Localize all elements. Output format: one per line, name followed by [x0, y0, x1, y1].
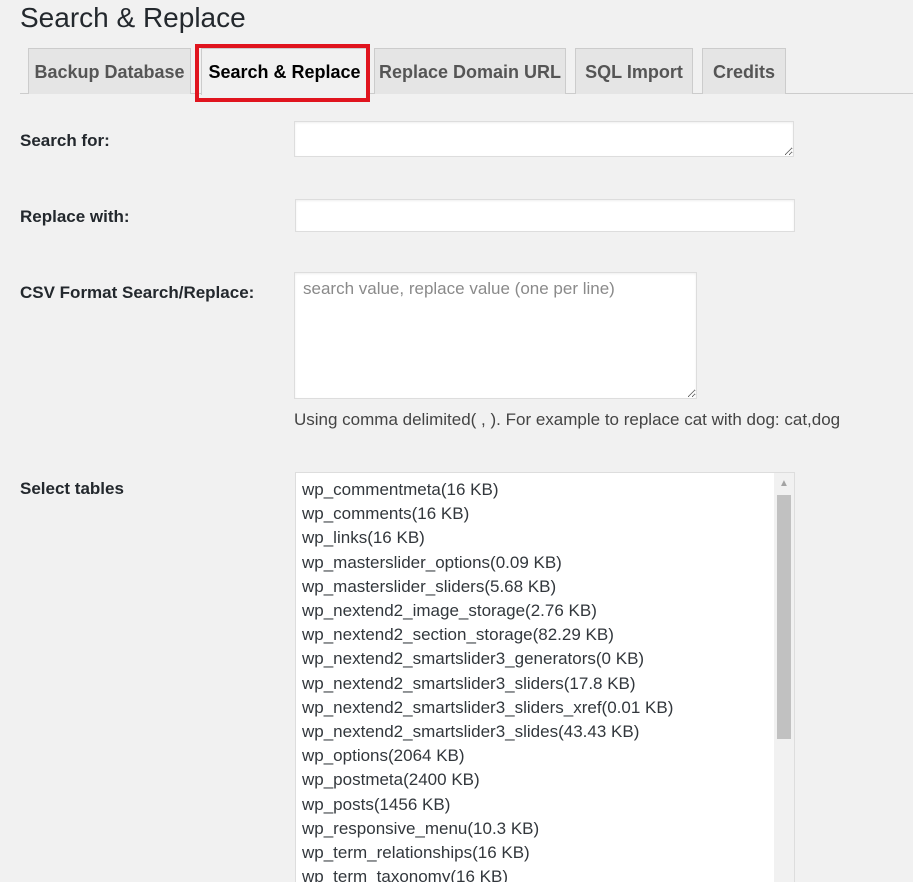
table-option[interactable]: wp_options(2064 KB)	[302, 744, 794, 768]
tab-search-replace[interactable]: Search & Replace	[201, 48, 368, 95]
table-option[interactable]: wp_postmeta(2400 KB)	[302, 768, 794, 792]
replace-with-label: Replace with:	[20, 207, 130, 226]
table-option[interactable]: wp_comments(16 KB)	[302, 502, 794, 526]
table-option[interactable]: wp_masterslider_sliders(5.68 KB)	[302, 575, 794, 599]
search-for-input[interactable]	[294, 121, 794, 157]
table-option[interactable]: wp_masterslider_options(0.09 KB)	[302, 551, 794, 575]
select-tables-label: Select tables	[20, 479, 124, 498]
table-option[interactable]: wp_nextend2_smartslider3_slides(43.43 KB…	[302, 720, 794, 744]
table-option[interactable]: wp_links(16 KB)	[302, 526, 794, 550]
replace-with-input[interactable]	[295, 199, 795, 232]
tab-sql-import[interactable]: SQL Import	[575, 48, 693, 94]
table-option[interactable]: wp_term_taxonomy(16 KB)	[302, 865, 794, 882]
scrollbar-thumb[interactable]	[777, 495, 791, 739]
csv-format-label: CSV Format Search/Replace:	[20, 283, 255, 302]
scroll-up-arrow-icon[interactable]: ▲	[774, 473, 794, 495]
table-option[interactable]: wp_responsive_menu(10.3 KB)	[302, 817, 794, 841]
tab-backup-database[interactable]: Backup Database	[28, 48, 191, 94]
tab-bar: Backup Database Search & Replace Replace…	[20, 48, 913, 95]
csv-format-textarea[interactable]	[294, 272, 697, 399]
table-option[interactable]: wp_nextend2_section_storage(82.29 KB)	[302, 623, 794, 647]
table-option[interactable]: wp_nextend2_smartslider3_sliders_xref(0.…	[302, 696, 794, 720]
tab-replace-domain-url[interactable]: Replace Domain URL	[374, 48, 566, 94]
table-options: wp_commentmeta(16 KB) wp_comments(16 KB) w…	[296, 473, 794, 882]
table-option[interactable]: wp_posts(1456 KB)	[302, 793, 794, 817]
tab-credits[interactable]: Credits	[702, 48, 786, 94]
csv-format-hint: Using comma delimited( , ). For example …	[294, 410, 841, 429]
listbox-scrollbar[interactable]: ▲	[774, 473, 794, 882]
search-for-label: Search for:	[20, 131, 110, 150]
table-option[interactable]: wp_commentmeta(16 KB)	[302, 478, 794, 502]
table-option[interactable]: wp_nextend2_smartslider3_sliders(17.8 KB…	[302, 672, 794, 696]
table-option[interactable]: wp_term_relationships(16 KB)	[302, 841, 794, 865]
select-tables-listbox[interactable]: wp_commentmeta(16 KB) wp_comments(16 KB) w…	[295, 472, 795, 882]
page-title: Search & Replace	[20, 2, 246, 33]
table-option[interactable]: wp_nextend2_image_storage(2.76 KB)	[302, 599, 794, 623]
table-option[interactable]: wp_nextend2_smartslider3_generators(0 KB…	[302, 647, 794, 671]
